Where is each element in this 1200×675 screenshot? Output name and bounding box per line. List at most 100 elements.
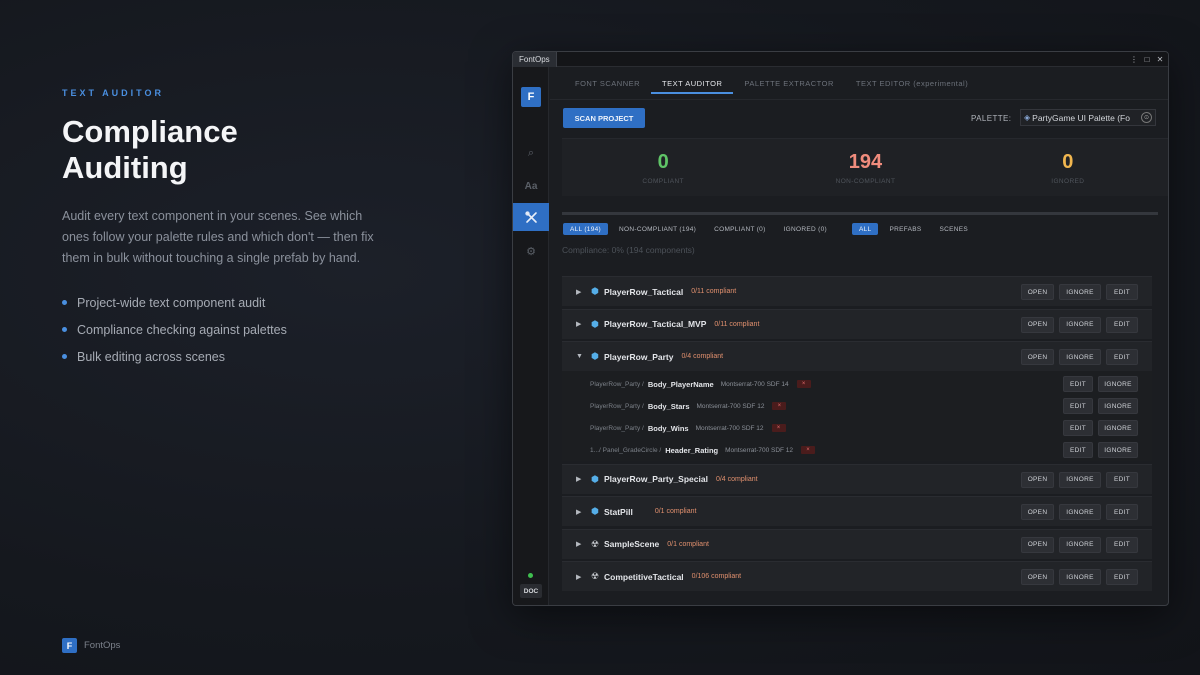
open-button[interactable]: OPEN	[1021, 569, 1054, 585]
window-tab[interactable]: FontOps	[513, 52, 557, 67]
feature-text: Bulk editing across scenes	[77, 349, 225, 364]
tools-icon[interactable]	[513, 203, 549, 231]
results-list: ▶ ⬢ PlayerRow_Tactical 0/11 compliant OPEN IG…	[562, 276, 1152, 594]
group-row[interactable]: ▶ ⬢ PlayerRow_Tactical_MVP 0/11 compliant OP…	[562, 308, 1152, 339]
edit-button[interactable]: EDIT	[1063, 376, 1093, 392]
open-button[interactable]: OPEN	[1021, 349, 1054, 365]
group-name: PlayerRow_Tactical_MVP	[604, 319, 707, 329]
edit-button[interactable]: EDIT	[1063, 442, 1093, 458]
gear-icon[interactable]: ⚙	[513, 237, 549, 265]
ignore-button[interactable]: IGNORE	[1059, 284, 1101, 300]
stat-ignored: 0 IGNORED	[967, 139, 1168, 196]
component-row[interactable]: 1.../ Panel_GradeCircle / Header_Rating Mo…	[562, 439, 1152, 461]
ignore-button[interactable]: IGNORE	[1098, 376, 1138, 392]
group-name: StatPill	[604, 506, 633, 517]
filter-bar: ALL (194) NON-COMPLIANT (194) COMPLIANT …	[562, 219, 1168, 239]
scrollbar[interactable]: ▲ ▼	[1167, 276, 1169, 594]
group-row[interactable]: ▶ ⬢ PlayerRow_Party_Special 0/4 compliant OP…	[562, 463, 1152, 494]
edit-button[interactable]: EDIT	[1106, 536, 1138, 553]
kebab-menu-icon[interactable]: ⋮	[1130, 54, 1138, 65]
source-prefabs[interactable]: PREFABS	[882, 223, 928, 235]
scrollbar-thumb[interactable]	[1168, 287, 1169, 562]
stat-label: COMPLIANT	[642, 178, 684, 185]
component-row[interactable]: PlayerRow_Party / Body_Stars Montserrat-70…	[562, 395, 1152, 417]
search-icon[interactable]: ⌕	[513, 139, 549, 167]
tab-bar: FONT SCANNER TEXT AUDITOR PALETTE EXTRAC…	[550, 67, 1168, 100]
ignore-button[interactable]: IGNORE	[1098, 420, 1138, 436]
collapsed-arrow-icon[interactable]: ▶	[576, 475, 586, 483]
group-row[interactable]: ▶ ⬢ PlayerRow_Tactical 0/11 compliant OPEN IG…	[562, 276, 1152, 306]
group-name: PlayerRow_Party_Special	[604, 474, 708, 484]
expanded-arrow-icon[interactable]: ▼	[576, 353, 586, 360]
bullet-dot-icon	[62, 354, 67, 359]
stat-value: 0	[657, 151, 669, 173]
group-row[interactable]: ▼ ⬢ PlayerRow_Party 0/4 compliant OPEN IGNORE…	[562, 341, 1152, 371]
ignore-button[interactable]: IGNORE	[1098, 442, 1138, 458]
ignore-button[interactable]: IGNORE	[1059, 349, 1101, 365]
component-row[interactable]: PlayerRow_Party / Body_Wins Montserrat-700…	[562, 417, 1152, 439]
tab-font-scanner[interactable]: FONT SCANNER	[564, 67, 651, 99]
ignore-button[interactable]: IGNORE	[1059, 471, 1101, 488]
group-name: PlayerRow_Tactical	[604, 286, 684, 297]
toolbar: SCAN PROJECT PALETTE: ◈ PartyGame UI Pal…	[550, 100, 1168, 138]
non-compliant-badge: ×	[796, 380, 811, 388]
group-row[interactable]: ▶ ☢ CompetitiveTactical 0/106 compliant OPEN…	[562, 561, 1152, 591]
stats-panel: 0 COMPLIANT 194 NON-COMPLIANT 0 IGNORED	[562, 138, 1168, 196]
object-picker-icon[interactable]: ⊙	[1141, 112, 1152, 123]
open-button[interactable]: OPEN	[1021, 536, 1054, 553]
ignore-button[interactable]: IGNORE	[1059, 504, 1101, 520]
filter-compliant[interactable]: COMPLIANT (0)	[707, 223, 772, 235]
edit-button[interactable]: EDIT	[1106, 349, 1138, 365]
group-actions: OPEN IGNORE EDIT	[1021, 536, 1138, 553]
open-button[interactable]: OPEN	[1021, 504, 1054, 520]
collapsed-arrow-icon[interactable]: ▶	[576, 540, 586, 548]
ignore-button[interactable]: IGNORE	[1059, 316, 1101, 333]
edit-button[interactable]: EDIT	[1106, 316, 1138, 333]
ignore-button[interactable]: IGNORE	[1059, 569, 1101, 585]
edit-button[interactable]: EDIT	[1106, 569, 1138, 585]
edit-button[interactable]: EDIT	[1063, 398, 1093, 414]
collapsed-arrow-icon[interactable]: ▶	[576, 573, 586, 581]
maximize-icon[interactable]: □	[1143, 54, 1151, 65]
group-actions: OPEN IGNORE EDIT	[1021, 504, 1138, 520]
group-row[interactable]: ▶ ⬢ StatPill 0/1 compliant OPEN IGNORE EDIT	[562, 496, 1152, 526]
palette-selector[interactable]: ◈ PartyGame UI Palette (Fo ⊙	[1020, 109, 1156, 126]
edit-button[interactable]: EDIT	[1106, 471, 1138, 488]
sidebar: F ⌕ Aa ⚙ DOC	[513, 67, 549, 605]
component-row[interactable]: PlayerRow_Party / Body_PlayerName Montserr…	[562, 373, 1152, 395]
open-button[interactable]: OPEN	[1021, 284, 1054, 300]
font-icon[interactable]: Aa	[513, 172, 549, 200]
scan-project-button[interactable]: SCAN PROJECT	[563, 108, 645, 128]
close-icon[interactable]: ✕	[1156, 54, 1164, 65]
source-scenes[interactable]: SCENES	[933, 223, 976, 235]
open-button[interactable]: OPEN	[1021, 316, 1054, 333]
doc-button[interactable]: DOC	[520, 584, 542, 598]
tab-text-editor[interactable]: TEXT EDITOR (experimental)	[845, 67, 979, 99]
component-font: Montserrat-700 SDF 14	[720, 380, 789, 388]
editor-window: FontOps ⋮ □ ✕ F ⌕ Aa ⚙ DOC FONT SCANNER …	[512, 51, 1169, 606]
compliance-progress-bar	[562, 212, 1158, 215]
group-row[interactable]: ▶ ☢ SampleScene 0/1 compliant OPEN IGNORE EDIT	[562, 528, 1152, 559]
bullet-dot-icon	[62, 327, 67, 332]
scroll-down-icon[interactable]: ▼	[1167, 588, 1169, 594]
component-name: Body_PlayerName	[647, 379, 714, 389]
tab-palette-extractor[interactable]: PALETTE EXTRACTOR	[733, 67, 845, 99]
filter-ignored[interactable]: IGNORED (0)	[777, 223, 834, 235]
bullet-dot-icon	[62, 300, 67, 305]
collapsed-arrow-icon[interactable]: ▶	[576, 508, 586, 516]
collapsed-arrow-icon[interactable]: ▶	[576, 288, 586, 296]
tab-text-auditor[interactable]: TEXT AUDITOR	[651, 67, 734, 99]
ignore-button[interactable]: IGNORE	[1059, 536, 1101, 553]
component-font: Montserrat-700 SDF 12	[695, 424, 764, 432]
collapsed-arrow-icon[interactable]: ▶	[576, 320, 586, 328]
filter-all[interactable]: ALL (194)	[563, 223, 609, 235]
open-button[interactable]: OPEN	[1021, 471, 1054, 488]
edit-button[interactable]: EDIT	[1106, 504, 1138, 520]
source-all[interactable]: ALL	[851, 223, 879, 235]
edit-button[interactable]: EDIT	[1063, 420, 1093, 436]
scroll-up-icon[interactable]: ▲	[1167, 276, 1169, 282]
ignore-button[interactable]: IGNORE	[1098, 398, 1138, 414]
filter-non-compliant[interactable]: NON-COMPLIANT (194)	[612, 223, 703, 235]
edit-button[interactable]: EDIT	[1106, 284, 1138, 300]
stat-non-compliant: 194 NON-COMPLIANT	[764, 139, 966, 196]
